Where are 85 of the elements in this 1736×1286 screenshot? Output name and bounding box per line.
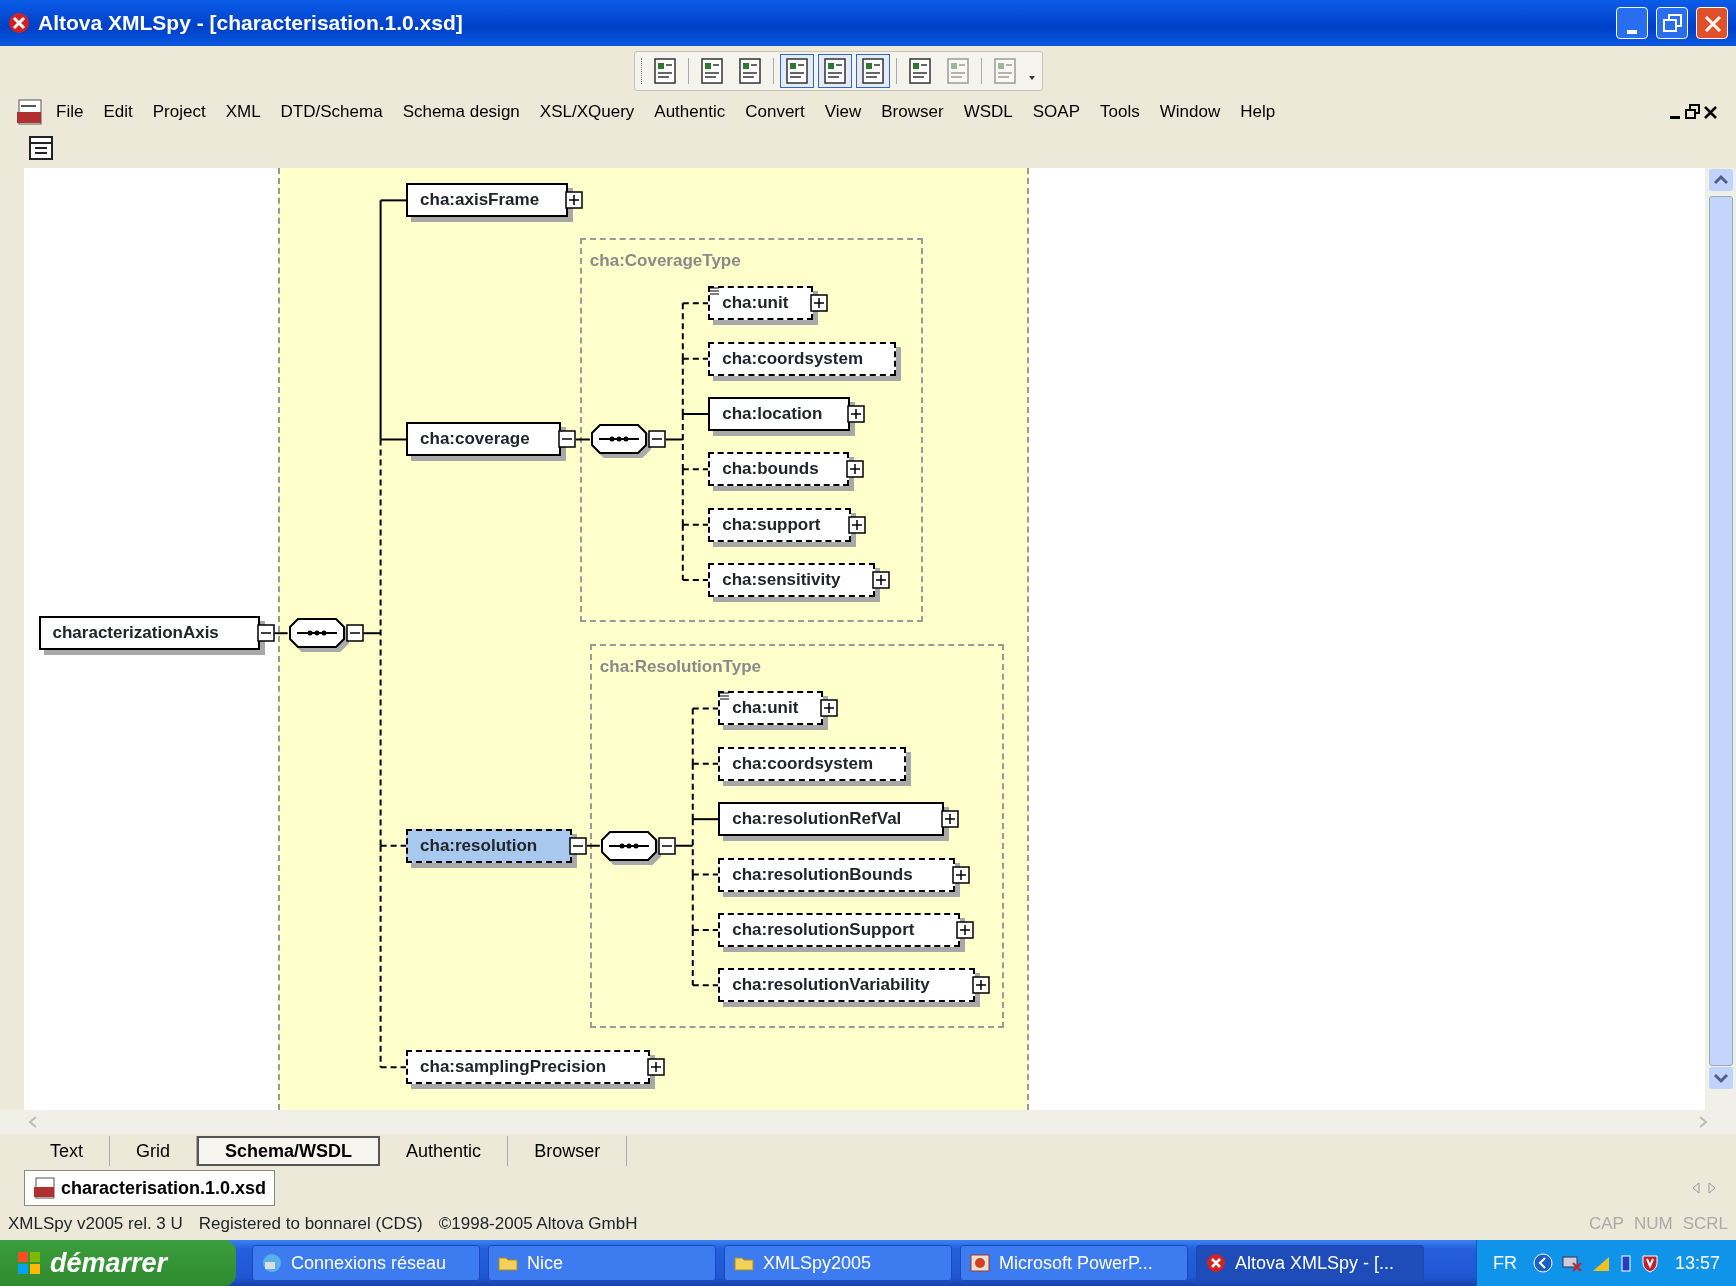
network-icon[interactable] bbox=[1560, 1253, 1583, 1273]
minimize-icon bbox=[1627, 30, 1637, 34]
menu-item[interactable]: Schema design bbox=[392, 99, 530, 125]
window-title: Altova XMLSpy - [characterisation.1.0.xsd] bbox=[38, 10, 464, 37]
expand-icon[interactable] bbox=[941, 810, 960, 829]
toolbar-button[interactable] bbox=[817, 54, 852, 88]
taskbar-button[interactable]: Nice bbox=[488, 1245, 716, 1281]
scrollbar-thumb[interactable] bbox=[1708, 196, 1733, 1066]
expand-icon[interactable] bbox=[820, 699, 839, 718]
expand-icon[interactable] bbox=[848, 515, 867, 534]
status-text: ©1998-2005 Altova GmbH bbox=[438, 1213, 638, 1236]
status-indicator: CAP bbox=[1588, 1213, 1624, 1236]
app-logo-icon bbox=[8, 12, 30, 34]
expand-icon[interactable] bbox=[847, 405, 866, 423]
expand-icon[interactable] bbox=[972, 976, 991, 995]
scroll-up-icon[interactable] bbox=[1707, 168, 1734, 192]
expand-icon[interactable] bbox=[952, 865, 971, 884]
expand-tray-icon[interactable] bbox=[1532, 1253, 1553, 1273]
menu-item[interactable]: DTD/Schema bbox=[270, 99, 393, 125]
view-tab[interactable]: Browser bbox=[508, 1136, 628, 1166]
menu-item[interactable]: View bbox=[814, 99, 872, 125]
status-text: Registered to bonnarel (CDS) bbox=[198, 1213, 423, 1236]
collapse-icon[interactable] bbox=[657, 836, 676, 855]
status-indicator: NUM bbox=[1633, 1213, 1673, 1236]
shield-icon[interactable] bbox=[1640, 1253, 1659, 1273]
expand-icon[interactable] bbox=[846, 460, 865, 479]
view-tab[interactable]: Text bbox=[24, 1136, 110, 1166]
type-name-label: cha:ResolutionType bbox=[599, 656, 761, 679]
vertical-scrollbar[interactable] bbox=[1705, 168, 1736, 1110]
document-tab[interactable]: characterisation.1.0.xsd bbox=[24, 1170, 276, 1206]
menu-item[interactable]: Convert bbox=[735, 99, 815, 125]
minimize-icon[interactable] bbox=[1670, 115, 1680, 119]
menu-item[interactable]: File bbox=[46, 99, 94, 125]
collapse-icon[interactable] bbox=[647, 430, 666, 449]
presentation-icon bbox=[969, 1252, 991, 1274]
connector-line bbox=[586, 844, 601, 847]
sequence-icon bbox=[599, 829, 658, 862]
app-logo-icon bbox=[1205, 1252, 1227, 1274]
menu-item[interactable]: Edit bbox=[93, 99, 143, 125]
connector-line bbox=[273, 632, 289, 635]
start-button[interactable]: démarrer bbox=[0, 1240, 236, 1286]
collapse-icon[interactable] bbox=[569, 836, 588, 855]
battery-icon[interactable] bbox=[1618, 1253, 1633, 1273]
menu-item[interactable]: Help bbox=[1230, 99, 1286, 125]
file-icon bbox=[33, 1176, 57, 1200]
view-tab[interactable]: Schema/WSDL bbox=[197, 1136, 381, 1166]
taskbar-button[interactable]: XMLSpy2005 bbox=[724, 1245, 952, 1281]
menu-item[interactable]: SOAP bbox=[1022, 99, 1090, 125]
menu-item[interactable]: Project bbox=[142, 99, 216, 125]
minimize-button[interactable] bbox=[1616, 7, 1648, 39]
taskbar-button[interactable]: Connexions réseau bbox=[252, 1245, 480, 1281]
expand-icon[interactable] bbox=[565, 191, 584, 210]
network-icon bbox=[261, 1252, 283, 1274]
menu-item[interactable]: Window bbox=[1149, 99, 1231, 125]
expand-icon[interactable] bbox=[647, 1058, 666, 1077]
expand-icon[interactable] bbox=[956, 920, 975, 939]
menu-item[interactable]: XML bbox=[215, 99, 271, 125]
status-indicator: SCRL bbox=[1682, 1213, 1728, 1236]
expand-icon[interactable] bbox=[810, 294, 829, 313]
collapse-icon[interactable] bbox=[345, 624, 364, 643]
toolbar-button[interactable] bbox=[855, 54, 890, 88]
windows-logo-icon bbox=[16, 1250, 42, 1276]
collapse-icon[interactable] bbox=[558, 430, 577, 449]
expand-icon[interactable] bbox=[872, 571, 891, 590]
view-tab[interactable]: Authentic bbox=[380, 1136, 509, 1166]
clock: 13:57 bbox=[1674, 1251, 1720, 1275]
menu-item[interactable]: Authentic bbox=[644, 99, 736, 125]
sequence-icon bbox=[287, 617, 346, 650]
taskbar-button[interactable]: Altova XMLSpy - [... bbox=[1196, 1245, 1424, 1281]
menu-item[interactable]: Browser bbox=[871, 99, 954, 125]
type-name-label: cha:CoverageType bbox=[589, 250, 741, 272]
close-button[interactable] bbox=[1696, 7, 1728, 39]
sequence-icon bbox=[589, 423, 648, 456]
form-icon bbox=[26, 133, 56, 163]
collapse-icon[interactable] bbox=[256, 624, 275, 643]
menu-item[interactable]: Tools bbox=[1090, 99, 1150, 125]
restore-icon[interactable] bbox=[1684, 102, 1702, 122]
toolbar-button[interactable] bbox=[779, 54, 814, 88]
menu-item[interactable]: WSDL bbox=[953, 99, 1023, 125]
restore-button[interactable] bbox=[1656, 7, 1688, 39]
taskbar-button[interactable]: Microsoft PowerP... bbox=[960, 1245, 1188, 1281]
status-text: XMLSpy v2005 rel. 3 U bbox=[8, 1213, 183, 1236]
menu-item[interactable]: XSL/XQuery bbox=[529, 99, 645, 125]
connector-line bbox=[575, 438, 591, 441]
scroll-down-icon[interactable] bbox=[1707, 1066, 1734, 1090]
